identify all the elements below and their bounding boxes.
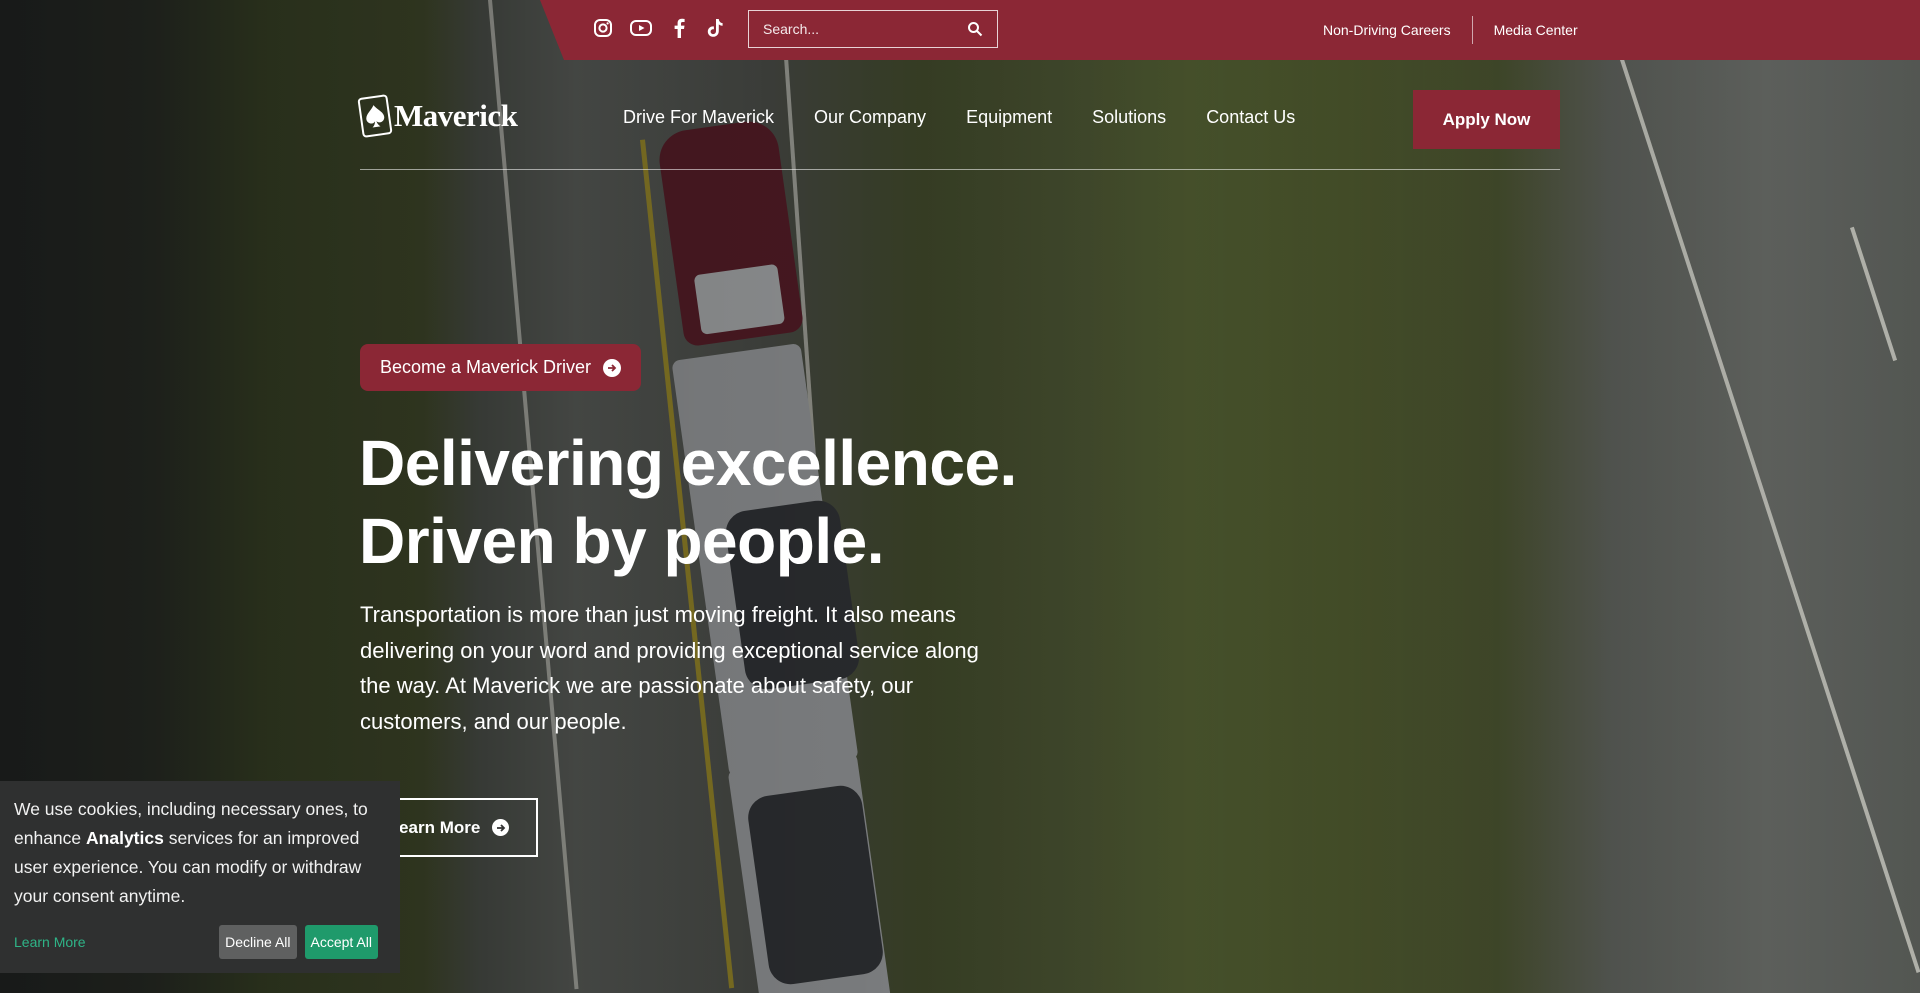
cookie-actions: Learn More Decline All Accept All — [14, 925, 378, 959]
apply-now-button[interactable]: Apply Now — [1413, 90, 1560, 149]
learn-more-label: Learn More — [388, 817, 481, 837]
arrow-right-circle-icon — [603, 358, 622, 377]
become-driver-label: Become a Maverick Driver — [380, 357, 592, 377]
decline-all-button[interactable]: Decline All — [219, 925, 297, 959]
cookie-learn-more-link[interactable]: Learn More — [14, 934, 86, 950]
search-icon[interactable] — [967, 21, 983, 37]
headline-line-2: Driven by people. — [359, 505, 884, 577]
utility-bar: Non-Driving Careers Media Center — [540, 0, 1920, 60]
main-nav: Drive For Maverick Our Company Equipment… — [623, 107, 1295, 128]
facebook-icon[interactable] — [668, 17, 690, 39]
nav-drive-for-maverick[interactable]: Drive For Maverick — [623, 107, 774, 128]
nav-our-company[interactable]: Our Company — [814, 107, 926, 128]
logo-wordmark: Maverick — [394, 98, 518, 133]
social-links — [592, 17, 726, 39]
nav-contact-us[interactable]: Contact Us — [1206, 107, 1295, 128]
instagram-icon[interactable] — [592, 17, 614, 39]
nav-equipment[interactable]: Equipment — [966, 107, 1052, 128]
cookie-message: We use cookies, including necessary ones… — [14, 799, 368, 906]
arrow-right-circle-icon — [492, 819, 510, 836]
utility-links: Non-Driving Careers Media Center — [1302, 0, 1599, 60]
nav-solutions[interactable]: Solutions — [1092, 107, 1166, 128]
search-input[interactable] — [763, 21, 967, 37]
become-driver-button[interactable]: Become a Maverick Driver — [360, 344, 642, 391]
hero-headline: Delivering excellence. Driven by people. — [359, 424, 1017, 580]
cookie-consent-banner: We use cookies, including necessary ones… — [0, 781, 400, 973]
hero-description: Transportation is more than just moving … — [360, 602, 979, 734]
headline-line-1: Delivering excellence. — [359, 427, 1017, 499]
youtube-icon[interactable] — [628, 17, 654, 39]
non-driving-careers-link[interactable]: Non-Driving Careers — [1302, 22, 1472, 38]
accept-all-button[interactable]: Accept All — [304, 925, 378, 959]
header-divider — [360, 169, 1560, 170]
media-center-link[interactable]: Media Center — [1473, 22, 1599, 38]
spade-icon — [357, 94, 393, 138]
search-box[interactable] — [748, 10, 998, 48]
tiktok-icon[interactable] — [704, 17, 726, 39]
maverick-logo[interactable]: Maverick — [357, 94, 518, 138]
